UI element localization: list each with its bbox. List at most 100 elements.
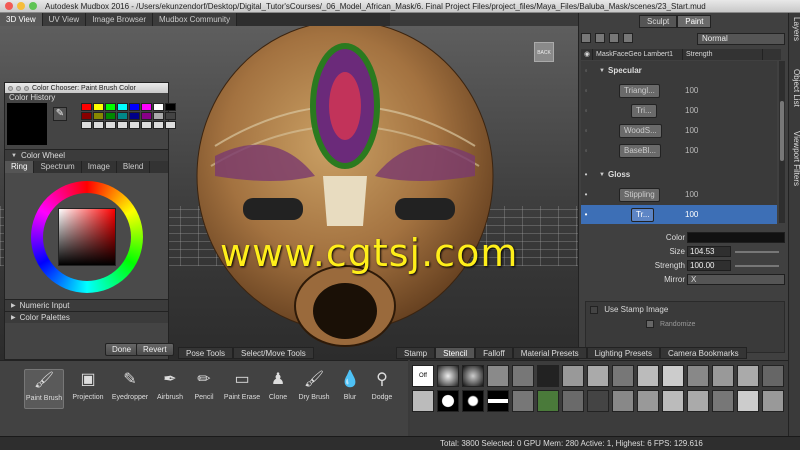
stencil-thumb[interactable] [762,365,784,387]
expand-arrow-icon[interactable]: ▼ [591,172,605,178]
swatch[interactable] [93,112,104,120]
tab-image[interactable]: Image [82,161,117,173]
view-cube[interactable]: BACK [534,42,554,62]
swatch[interactable] [165,121,176,129]
swatch[interactable] [81,112,92,120]
layer-item[interactable]: • Stippling 100 [581,185,777,204]
swatch[interactable] [153,112,164,120]
tab-sculpt[interactable]: Sculpt [639,15,678,28]
zoom-window-button[interactable] [29,2,37,10]
visibility-icon[interactable]: ◦ [581,146,591,155]
tab-material-presets[interactable]: Material Presets [512,347,587,359]
layer-item-selected[interactable]: • Tr... 100 [581,205,777,224]
swatch[interactable] [153,121,164,129]
stencil-thumb[interactable] [512,365,534,387]
visibility-icon[interactable]: • [581,170,591,179]
eyedropper-icon[interactable]: ✎ [53,107,67,121]
swatch[interactable] [81,121,92,129]
revert-button[interactable]: Revert [136,343,174,356]
swatch[interactable] [105,112,116,120]
use-stamp-checkbox[interactable] [590,305,598,314]
tab-3d-view[interactable]: 3D View [0,13,43,26]
stencil-thumb[interactable] [587,365,609,387]
numeric-input-section[interactable]: ▶ Numeric Input [5,299,168,311]
swatch[interactable] [141,103,152,111]
stencil-thumb[interactable] [537,390,559,412]
swatch[interactable] [129,121,140,129]
tab-camera-bookmarks[interactable]: Camera Bookmarks [659,347,747,359]
delete-layer-icon[interactable] [623,33,633,43]
swatch[interactable] [165,112,176,120]
stencil-thumb[interactable] [562,390,584,412]
blend-mode-select[interactable]: Normal [697,33,785,45]
stencil-thumb[interactable] [462,365,484,387]
swatch[interactable] [153,103,164,111]
tab-layers[interactable]: Layers [789,17,800,41]
swatch[interactable] [129,112,140,120]
stencil-thumb[interactable] [712,390,734,412]
tab-stamp[interactable]: Stamp [396,347,436,359]
tab-select-move-tools[interactable]: Select/Move Tools [233,347,314,359]
stencil-thumb[interactable] [612,365,634,387]
stencil-thumb[interactable] [512,390,534,412]
visibility-icon[interactable]: ◦ [581,86,591,95]
swatch[interactable] [117,121,128,129]
eye-icon[interactable]: ◉ [581,49,593,60]
african-mask-model[interactable] [195,26,495,360]
done-button[interactable]: Done [105,343,139,356]
swatch[interactable] [129,103,140,111]
stencil-thumb[interactable] [437,365,459,387]
mirror-select[interactable]: X [687,274,785,285]
minimize-dot[interactable] [16,85,21,91]
tab-object-list[interactable]: Object List [789,69,800,107]
stencil-off[interactable]: Off [412,365,434,387]
tab-uv-view[interactable]: UV View [42,13,87,26]
swatch[interactable] [93,121,104,129]
color-palettes-section[interactable]: ▶ Color Palettes [5,311,168,323]
clone-tool[interactable]: ♟ Clone [258,369,298,409]
stencil-thumb[interactable] [462,390,484,412]
swatch[interactable] [141,112,152,120]
tab-paint[interactable]: Paint [677,15,712,28]
swatch[interactable] [117,112,128,120]
strength-field[interactable]: 100.00 [687,260,731,271]
strength-slider[interactable] [735,265,779,267]
swatch[interactable] [165,103,176,111]
visibility-icon[interactable]: ◦ [581,106,591,115]
close-window-button[interactable] [5,2,13,10]
tab-image-browser[interactable]: Image Browser [86,13,153,26]
use-stamp-row[interactable]: Use Stamp Image [586,302,784,317]
stencil-thumb[interactable] [687,365,709,387]
visibility-icon[interactable]: • [581,190,591,199]
visibility-icon[interactable]: ◦ [581,66,591,75]
tab-blend[interactable]: Blend [117,161,151,173]
saturation-value-square[interactable] [58,208,116,266]
stencil-thumb[interactable] [562,365,584,387]
tab-stencil[interactable]: Stencil [435,347,476,359]
stencil-thumb[interactable] [487,365,509,387]
stencil-thumb[interactable] [587,390,609,412]
swatch[interactable] [81,103,92,111]
minimize-window-button[interactable] [17,2,25,10]
stencil-thumb[interactable] [662,365,684,387]
window-controls[interactable] [5,2,37,10]
tab-lighting-presets[interactable]: Lighting Presets [586,347,660,359]
stencil-thumb[interactable] [437,390,459,412]
stencil-thumb[interactable] [737,390,759,412]
layer-item[interactable]: ◦ Tri... 100 [581,101,777,120]
stencil-thumb[interactable] [762,390,784,412]
current-color-swatch[interactable] [7,103,47,145]
dry-brush-tool[interactable]: 🖌 Dry Brush [294,369,334,409]
stencil-thumb[interactable] [687,390,709,412]
stencil-thumb[interactable] [637,390,659,412]
add-layer-icon[interactable] [595,33,605,43]
swatch[interactable] [105,103,116,111]
tab-spectrum[interactable]: Spectrum [34,161,82,173]
layer-item[interactable]: ◦ WoodS... 100 [581,121,777,140]
tab-falloff[interactable]: Falloff [475,347,513,359]
paint-brush-tool[interactable]: 🖌 Paint Brush [24,369,64,409]
stencil-thumb[interactable] [487,390,509,412]
visibility-icon[interactable]: ◦ [581,126,591,135]
dodge-tool[interactable]: ⚲ Dodge [362,369,402,409]
layer-item[interactable]: ◦ BaseBl... 100 [581,141,777,160]
